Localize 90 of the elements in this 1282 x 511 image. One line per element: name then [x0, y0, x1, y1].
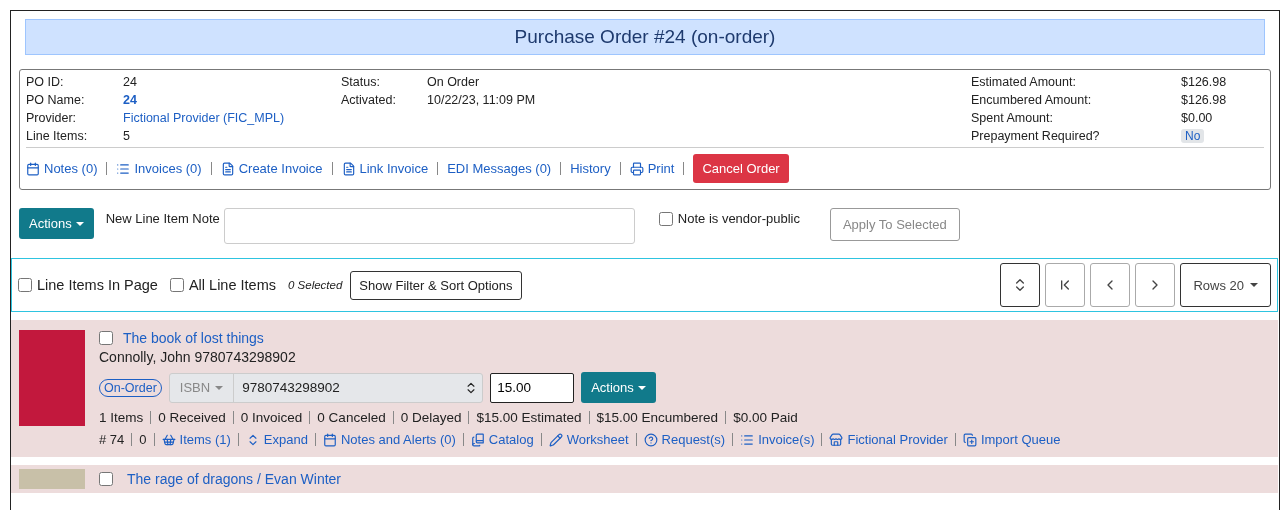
field-label: Status: — [341, 75, 381, 89]
price-input-field[interactable]: 15.00 — [490, 372, 575, 403]
order-link[interactable]: Invoices (0) — [116, 161, 202, 176]
order-link[interactable]: History — [570, 161, 611, 176]
field-value: 10/22/23, 11:09 PM — [427, 93, 536, 107]
field-label: Activated: — [341, 93, 397, 107]
store-icon — [829, 432, 844, 447]
calendar-icon — [322, 432, 337, 447]
stat-text: $15.00 Estimated — [476, 410, 582, 425]
caret-icon — [215, 385, 224, 390]
field-value: 24 — [123, 75, 137, 89]
checkbox[interactable] — [18, 278, 32, 292]
field-label: PO ID: — [26, 75, 65, 89]
actions-button[interactable]: Actions — [19, 208, 94, 239]
caret-icon — [75, 221, 84, 226]
status-badge: No — [1181, 129, 1205, 143]
book-cover-image — [19, 469, 85, 489]
line-number: # 74 — [99, 432, 125, 447]
filter-sort-button[interactable]: Show Filter & Sort Options — [350, 270, 522, 300]
field-label: Estimated Amount: — [971, 75, 1077, 89]
stat-text: 0 Received — [158, 410, 226, 425]
author-isbn: Connolly, John 9780743298902 — [99, 349, 297, 365]
stat-text: $15.00 Encumbered — [596, 410, 719, 425]
line-item-link[interactable]: Catalog — [470, 432, 534, 447]
caret-icon — [1250, 283, 1258, 287]
stat-text: 0 Invoiced — [240, 410, 303, 425]
field-label: PO Name: — [26, 93, 86, 107]
checkbox[interactable] — [99, 331, 113, 345]
field-link[interactable]: 24 — [123, 93, 137, 107]
caret-icon — [637, 385, 646, 390]
checkbox-label: Note is vendor-public — [677, 211, 800, 226]
field-label: Encumbered Amount: — [971, 93, 1093, 107]
field-label: Line Items: — [26, 129, 89, 143]
line-item-link[interactable]: Items (1) — [161, 432, 231, 447]
field-label: New Line Item Note — [105, 211, 220, 226]
field-value: 5 — [123, 129, 130, 143]
sort-toggle-button[interactable] — [1000, 263, 1041, 307]
checkbox-label: Line Items In Page — [37, 277, 158, 293]
field-label: Prepayment Required? — [971, 129, 1101, 143]
cancel-order-button[interactable]: Cancel Order — [693, 154, 789, 183]
previous-page-button[interactable] — [1090, 263, 1131, 307]
line-item-link[interactable]: Worksheet — [548, 432, 629, 447]
add-copy-icon — [962, 432, 977, 447]
rows-per-page-button[interactable]: Rows 20 — [1180, 263, 1271, 307]
checkbox[interactable] — [658, 211, 673, 226]
field-value: $126.98 — [1181, 93, 1227, 107]
order-link[interactable]: Notes (0) — [26, 161, 98, 176]
field-value: $0.00 — [1181, 111, 1213, 125]
line-item-link[interactable]: Import Queue — [962, 432, 1061, 447]
stat-text: 0 Delayed — [400, 410, 462, 425]
list-icon — [740, 432, 755, 447]
stat-text: 0 Canceled — [317, 410, 386, 425]
field-label: Spent Amount: — [971, 111, 1054, 125]
checkbox[interactable] — [99, 472, 113, 486]
order-link[interactable]: Create Invoice — [220, 161, 323, 176]
calendar-icon — [26, 161, 40, 176]
checkbox[interactable] — [169, 278, 184, 292]
stat-text: $0.00 Paid — [733, 410, 798, 425]
line-item-link[interactable]: Expand — [245, 432, 308, 447]
next-page-button[interactable] — [1135, 263, 1176, 307]
document-icon — [341, 161, 356, 176]
checkbox-label: All Line Items — [188, 277, 276, 293]
stat-text: 1 Items — [99, 410, 144, 425]
line-item-link[interactable]: Request(s) — [643, 432, 726, 447]
basket-icon — [161, 432, 176, 447]
identifier-field[interactable]: 9780743298902 — [234, 380, 483, 395]
title-link[interactable]: The rage of dragons / Evan Winter — [127, 471, 341, 487]
field-label: Provider: — [26, 111, 78, 125]
id-type-dropdown[interactable]: ISBN — [169, 373, 235, 402]
count-text: 0 — [139, 432, 147, 447]
document-icon — [220, 161, 235, 176]
order-link[interactable]: Link Invoice — [341, 161, 429, 176]
actions-button[interactable]: Actions — [581, 372, 656, 403]
line-item-link[interactable]: Fictional Provider — [829, 432, 948, 447]
line-item-link[interactable]: Invoice(s) — [740, 432, 815, 447]
title-link[interactable]: The book of lost things — [123, 330, 264, 346]
field-value: On Order — [427, 75, 480, 89]
note-input-field[interactable] — [223, 208, 635, 244]
order-link[interactable]: EDI Messages (0) — [447, 161, 552, 176]
books-icon — [470, 432, 485, 447]
line-item-link[interactable]: Notes and Alerts (0) — [322, 432, 456, 447]
help-icon — [643, 432, 658, 447]
pencil-icon — [548, 432, 563, 447]
order-link[interactable]: Print — [629, 161, 675, 176]
list-icon — [116, 161, 131, 176]
printer-icon — [629, 161, 644, 176]
page-title: Purchase Order #24 (on-order) — [25, 19, 1265, 55]
field-link[interactable]: Fictional Provider (FIC_MPL) — [123, 111, 285, 125]
field-value: $126.98 — [1181, 75, 1227, 89]
selected-count: 0 Selected — [287, 279, 343, 291]
